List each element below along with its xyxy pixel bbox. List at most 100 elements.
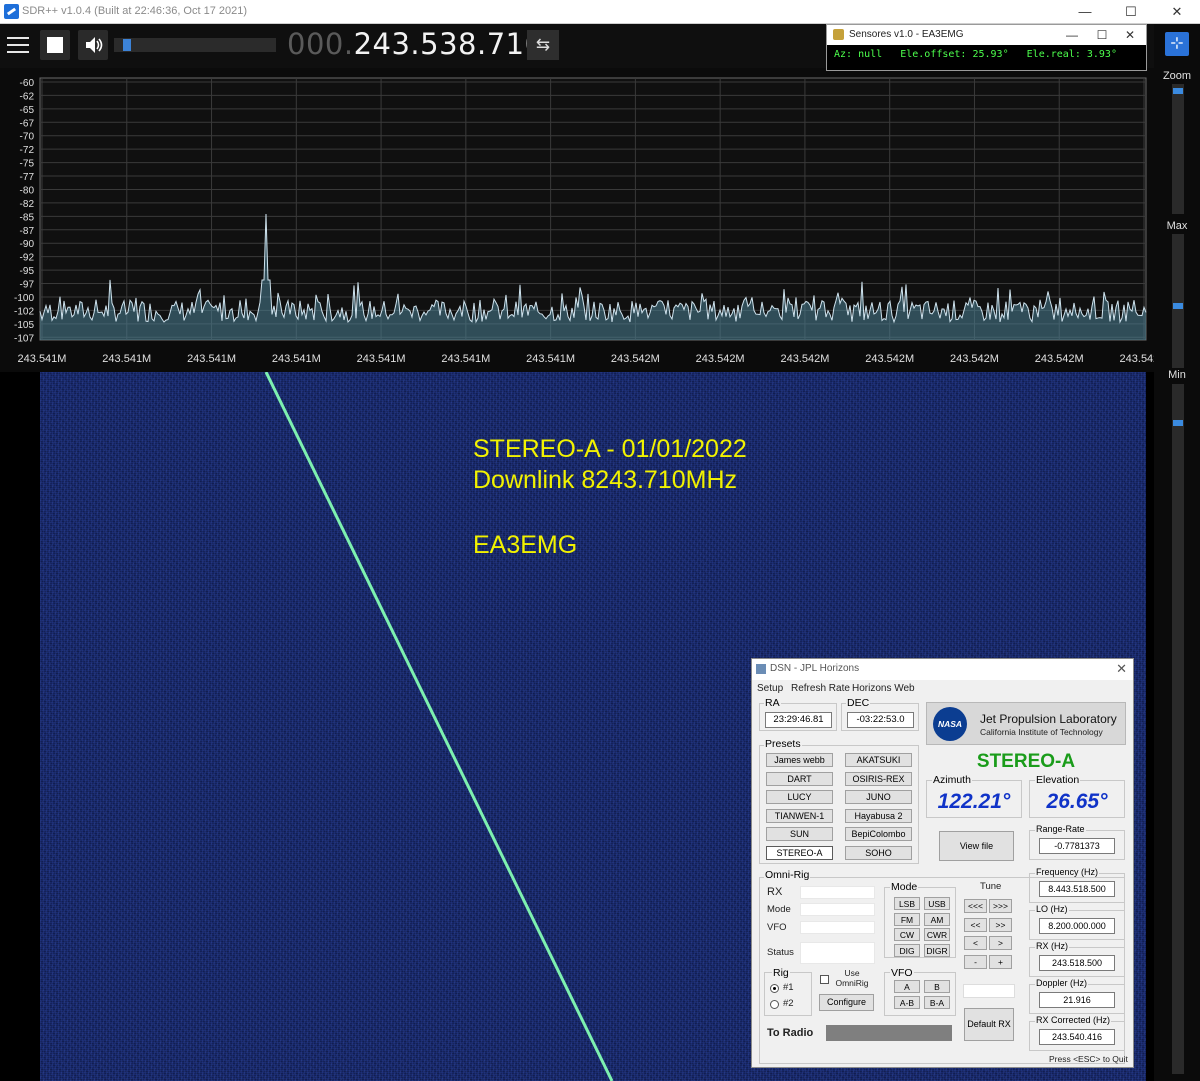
fft-y-tick-label: -92 — [20, 253, 35, 264]
rx-label: RX — [767, 886, 783, 898]
rig1-label: #1 — [783, 982, 794, 993]
speaker-icon[interactable] — [78, 30, 108, 60]
sensores-maximize-button[interactable]: ☐ — [1087, 25, 1117, 45]
menu-setup[interactable]: Setup — [757, 683, 783, 694]
fft-x-tick-label: 243.541M — [272, 353, 321, 365]
mode-button[interactable]: FM — [894, 912, 920, 926]
tune-step-field — [963, 984, 1015, 998]
mode-button[interactable]: CWR — [924, 928, 950, 941]
mode-field — [800, 903, 875, 916]
rxcorr-field[interactable]: 243.540.416 — [1039, 1029, 1115, 1045]
fft-x-tick-label: 243.542M — [865, 353, 914, 365]
mode-button[interactable]: USB — [924, 897, 950, 910]
dsn-menubar: Setup Refresh Rate Horizons Web — [752, 680, 1133, 697]
fft-y-tick-label: -72 — [20, 145, 35, 156]
max-slider[interactable] — [1172, 234, 1184, 368]
max-slider-grab[interactable] — [1173, 303, 1183, 309]
frequency-leading-digits[interactable]: 000. — [287, 27, 354, 61]
mode-button[interactable]: DIGR — [924, 943, 950, 957]
sensores-title: Sensores v1.0 - EA3EMG — [849, 29, 964, 40]
rig2-radio[interactable] — [770, 1000, 779, 1009]
preset-button[interactable]: SUN — [766, 827, 833, 841]
preset-button[interactable]: BepiColombo — [845, 827, 912, 841]
menu-refresh-rate[interactable]: Refresh Rate — [791, 683, 850, 694]
mode-button[interactable]: AM — [924, 912, 950, 926]
tune-button[interactable]: < — [964, 936, 987, 950]
sensores-minimize-button[interactable]: — — [1057, 25, 1087, 45]
vfo-button[interactable]: A-B — [894, 996, 920, 1009]
use-omnirig-checkbox[interactable] — [820, 975, 829, 984]
vfo-button[interactable]: B — [924, 980, 950, 993]
rxhz-field[interactable]: 243.518.500 — [1039, 955, 1115, 971]
configure-button[interactable]: Configure — [819, 994, 874, 1011]
volume-slider[interactable] — [114, 38, 276, 52]
to-radio-bar[interactable] — [826, 1025, 952, 1041]
dec-field[interactable]: -03:22:53.0 — [847, 712, 914, 728]
frequency-display[interactable]: 000.243.538.710 — [287, 27, 544, 61]
fft-y-tick-label: -90 — [20, 239, 35, 250]
preset-button[interactable]: DART — [766, 771, 833, 786]
preset-button[interactable]: SOHO — [845, 845, 912, 860]
preset-button[interactable]: Hayabusa 2 — [845, 808, 912, 823]
mode-button[interactable]: CW — [894, 928, 920, 941]
window-title: SDR++ v1.0.4 (Built at 22:46:36, Oct 17 … — [22, 5, 248, 17]
preset-button[interactable]: LUCY — [766, 790, 833, 804]
sensores-close-button[interactable]: ✕ — [1115, 25, 1145, 45]
vfo-button[interactable]: A — [894, 980, 920, 993]
dsn-horizons-window: DSN - JPL Horizons ✕ Setup Refresh Rate … — [751, 658, 1134, 1068]
fft-settings-icon[interactable]: ⊹ — [1165, 32, 1189, 56]
fft-plot[interactable]: -60 -62 -65 -67 -70 -72 -75 -77 -80 -82 -85 -87 -90 -… — [0, 68, 1154, 370]
fft-plot-area — [39, 77, 1147, 341]
fft-y-tick-label: -100 — [14, 293, 34, 304]
preset-button[interactable]: OSIRIS-REX — [845, 771, 912, 786]
sensores-window: Sensores v1.0 - EA3EMG — ☐ ✕ Az: null El… — [826, 24, 1147, 71]
frequency-field[interactable]: 8.443.518.500 — [1039, 881, 1115, 897]
stop-button[interactable] — [40, 30, 70, 60]
fft-y-tick-label: -60 — [20, 78, 35, 89]
lo-field[interactable]: 8.200.000.000 — [1039, 918, 1115, 934]
fft-spectrum-panel[interactable]: -60 -62 -65 -67 -70 -72 -75 -77 -80 -82 -85 -87 -90 -… — [0, 68, 1154, 370]
view-file-button[interactable]: View file — [939, 831, 1014, 861]
mode-group-label: Mode — [890, 881, 919, 893]
tune-button[interactable]: + — [989, 954, 1012, 969]
minimize-button[interactable]: — — [1062, 0, 1108, 24]
swap-arrows-icon[interactable]: ⇆ — [527, 30, 559, 60]
preset-button[interactable]: James webb — [766, 753, 833, 767]
zoom-slider-grab[interactable] — [1173, 88, 1183, 94]
fft-x-tick-label: 243.541M — [102, 353, 151, 365]
fft-y-tick-label: -97 — [20, 280, 35, 291]
tune-button[interactable]: << — [964, 917, 987, 932]
close-button[interactable]: ✕ — [1154, 0, 1200, 24]
hamburger-menu-icon[interactable] — [4, 30, 32, 60]
doppler-field[interactable]: 21.916 — [1039, 992, 1115, 1008]
preset-button[interactable]: TIANWEN-1 — [766, 808, 833, 823]
fft-x-tick-label: 243.542M — [950, 353, 999, 365]
preset-button[interactable]: AKATSUKI — [845, 753, 912, 767]
tune-button[interactable]: >>> — [989, 899, 1012, 913]
default-rx-button[interactable]: Default RX — [964, 1008, 1014, 1041]
preset-button[interactable]: STEREO-A — [766, 845, 833, 860]
menu-horizons-web[interactable]: Horizons Web — [852, 683, 915, 694]
sensores-readout: Az: null Ele.offset: 25.93° Ele.real: 3.… — [834, 49, 1117, 60]
dsn-close-button[interactable]: ✕ — [1116, 661, 1127, 677]
frequency-digits[interactable]: 243.538.710 — [354, 27, 544, 61]
preset-button[interactable]: JUNO — [845, 790, 912, 804]
maximize-button[interactable]: ☐ — [1108, 0, 1154, 24]
min-slider[interactable] — [1172, 384, 1184, 1074]
mode-button[interactable]: LSB — [894, 897, 920, 910]
rig1-radio[interactable] — [770, 984, 779, 993]
mode-button[interactable]: DIG — [894, 943, 920, 957]
tune-button[interactable]: <<< — [964, 899, 987, 913]
min-slider-grab[interactable] — [1173, 420, 1183, 426]
side-controls: ⊹ Zoom Max Min — [1154, 24, 1200, 1081]
fft-x-tick-label: 243.542M — [1120, 353, 1154, 365]
vfo-button[interactable]: B-A — [924, 996, 950, 1009]
volume-slider-grab[interactable] — [123, 39, 131, 51]
tune-button[interactable]: > — [989, 936, 1012, 950]
tune-button[interactable]: >> — [989, 917, 1012, 932]
ra-field[interactable]: 23:29:46.81 — [765, 712, 832, 728]
range_rate-field[interactable]: -0.7781373 — [1039, 838, 1115, 854]
tune-button[interactable]: - — [964, 954, 987, 969]
zoom-slider[interactable] — [1172, 84, 1184, 214]
fft-y-tick-label: -102 — [14, 306, 34, 317]
